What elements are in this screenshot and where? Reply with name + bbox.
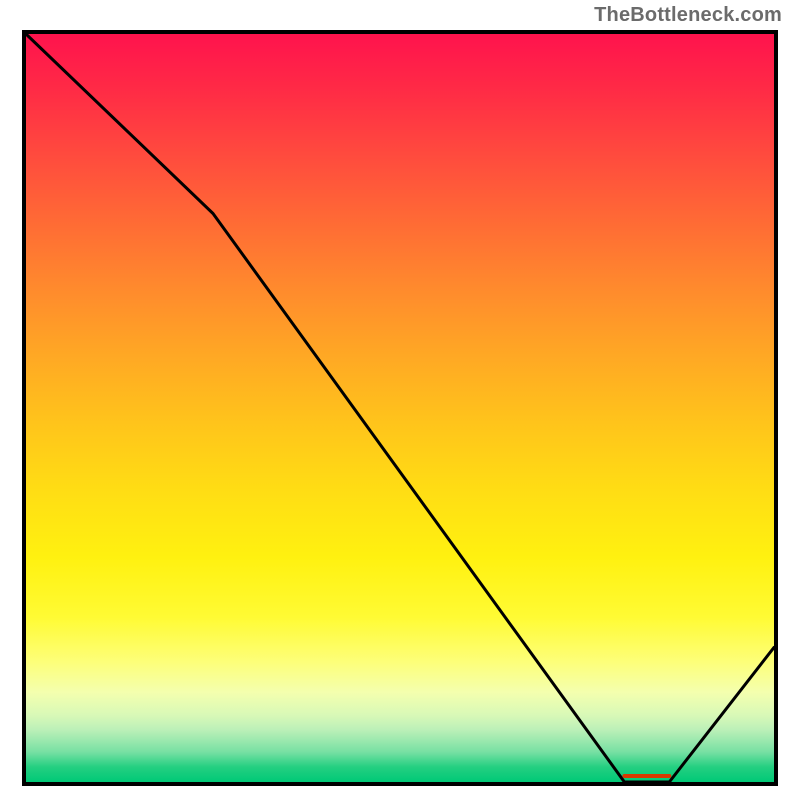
curve-svg — [26, 34, 774, 782]
chart-container: TheBottleneck.com — [0, 0, 800, 800]
watermark-text: TheBottleneck.com — [594, 4, 782, 27]
bottleneck-curve-path — [26, 34, 774, 782]
plot-frame — [22, 30, 778, 786]
